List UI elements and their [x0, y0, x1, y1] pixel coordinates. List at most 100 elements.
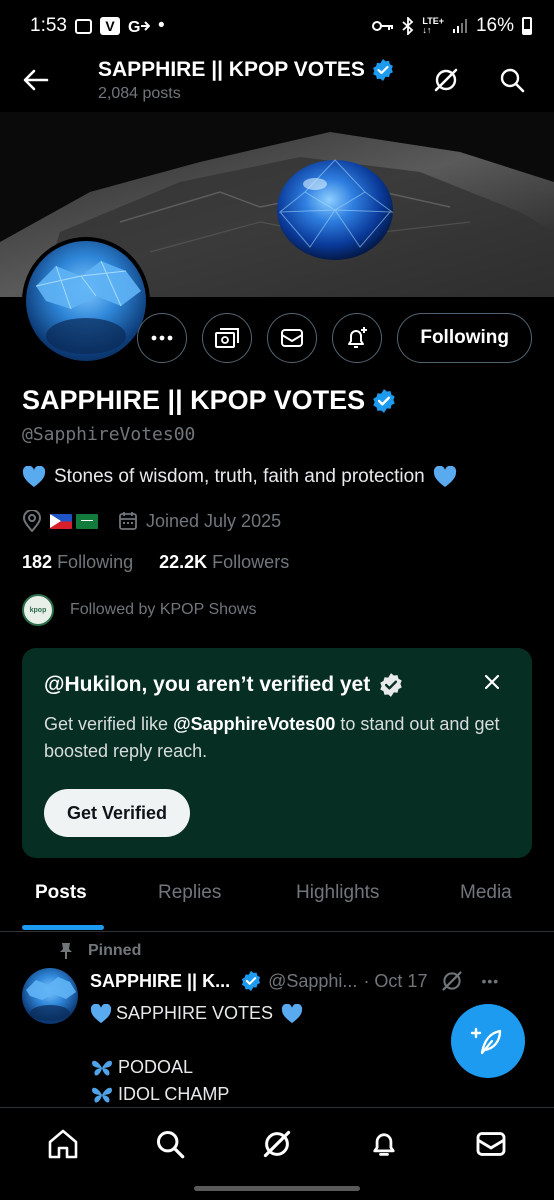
top-header: SAPPHIRE || KPOP VOTES 2,084 posts [0, 52, 554, 108]
grok-button[interactable] [426, 60, 466, 100]
status-dot: • [157, 15, 165, 36]
tab-highlights[interactable]: Highlights [296, 882, 379, 904]
following-count: 182 [22, 552, 53, 572]
header-actions [426, 60, 532, 100]
profile-name: SAPPHIRE || KPOP VOTES [22, 385, 397, 416]
verified-badge-icon [242, 970, 261, 992]
pin-icon [60, 943, 72, 959]
post-header: SAPPHIRE || K... @Sapphi... · Oct 17 ••• [90, 970, 540, 992]
more-dots-icon [151, 335, 173, 341]
profile-bio: Stones of wisdom, truth, faith and prote… [22, 466, 457, 488]
pinned-label: Pinned [88, 942, 142, 959]
home-indicator-bar[interactable] [194, 1186, 360, 1191]
v-app-notification-icon: V [99, 17, 120, 35]
post-line: SAPPHIRE VOTES [90, 1000, 303, 1027]
pinned-label-row: Pinned [58, 942, 141, 960]
tab-posts[interactable]: Posts [35, 882, 87, 904]
bio-text: Stones of wisdom, truth, faith and prote… [54, 466, 425, 487]
money-stack-icon [215, 328, 240, 348]
status-bar: 1:53 V G • LTE+ ↓↑ 16% [0, 0, 554, 52]
bottom-nav [0, 1107, 554, 1179]
header-title: SAPPHIRE || KPOP VOTES [98, 58, 395, 82]
grok-icon[interactable] [441, 970, 463, 992]
verification-prompt-card: @Hukilon, you aren’t verified yet Get ve… [22, 648, 532, 858]
bell-plus-icon [348, 327, 368, 348]
message-button[interactable] [267, 313, 318, 363]
nav-messages[interactable] [461, 1114, 521, 1174]
svg-text:G: G [128, 19, 140, 35]
mail-icon [476, 1131, 506, 1156]
verify-body-handle: @SapphireVotes00 [173, 714, 336, 734]
verified-badge-outline-icon [380, 673, 402, 697]
nav-home[interactable] [33, 1114, 93, 1174]
following-button[interactable]: Following [397, 313, 532, 363]
followers-label: Followers [212, 552, 290, 572]
back-button[interactable] [16, 60, 56, 100]
g-app-notification-icon: G [128, 19, 150, 35]
close-card-button[interactable] [476, 666, 508, 698]
blue-heart-icon [90, 1003, 112, 1023]
blue-heart-icon [433, 466, 456, 487]
search-icon [500, 68, 525, 93]
search-button[interactable] [492, 60, 532, 100]
search-icon [157, 1130, 185, 1158]
profile-handle: @SapphireVotes00 [22, 424, 196, 445]
lte-indicator: LTE+ ↓↑ [422, 16, 444, 35]
calendar-icon [119, 512, 137, 530]
followers-stat[interactable]: 22.2K Followers [159, 552, 289, 573]
profile-avatar[interactable] [22, 237, 150, 365]
philippines-flag-icon [50, 513, 72, 529]
post-author-avatar[interactable] [22, 968, 78, 1024]
status-left: 1:53 V G • [30, 15, 165, 37]
more-options-button[interactable] [137, 313, 188, 363]
blue-heart-icon [281, 1003, 303, 1023]
butterfly-icon [92, 1087, 112, 1103]
header-title-text: SAPPHIRE || KPOP VOTES [98, 57, 365, 81]
nav-search[interactable] [140, 1114, 200, 1174]
bluetooth-icon [402, 17, 414, 35]
verified-badge-icon [373, 58, 393, 81]
follower-avatar: kpop [22, 594, 54, 626]
post-line-text: PODOAL [118, 1057, 194, 1077]
home-icon [49, 1129, 78, 1158]
tab-media[interactable]: Media [460, 882, 512, 904]
profile-name-text: SAPPHIRE || KPOP VOTES [22, 385, 366, 415]
nav-grok[interactable] [247, 1114, 307, 1174]
post-body[interactable]: SAPPHIRE VOTES PODOAL IDOL CHAMP [90, 1000, 303, 1108]
post-author-name[interactable]: SAPPHIRE || K... [90, 971, 230, 992]
following-stat[interactable]: 182 Following [22, 552, 133, 573]
subscribe-button[interactable] [202, 313, 253, 363]
post-more-button[interactable]: ••• [481, 973, 499, 989]
grok-icon [434, 68, 458, 92]
post-author-handle[interactable]: @Sapphi... [268, 971, 357, 992]
gallery-notification-icon [74, 18, 92, 34]
battery-icon [522, 17, 532, 35]
saudi-arabia-flag-icon [76, 513, 98, 529]
verify-card-title: @Hukilon, you aren’t verified yet [44, 672, 404, 698]
verify-card-title-text: @Hukilon, you aren’t verified yet [44, 673, 371, 696]
battery-percent: 16% [475, 15, 514, 36]
verify-body-pre: Get verified like [44, 714, 174, 734]
tab-replies[interactable]: Replies [158, 882, 221, 904]
butterfly-icon [92, 1060, 112, 1076]
nav-notifications[interactable] [354, 1114, 414, 1174]
verify-card-body: Get verified like @SapphireVotes00 to st… [44, 711, 514, 765]
signal-icon [452, 19, 467, 33]
profile-tabs: Posts Replies Highlights Media [0, 870, 554, 932]
vpn-key-icon [372, 21, 394, 31]
bell-icon [373, 1132, 395, 1156]
followed-by-row[interactable]: kpop Followed by KPOP Shows [22, 594, 256, 626]
close-icon [484, 674, 500, 690]
blue-heart-icon [22, 466, 46, 487]
post-date[interactable]: · Oct 17 [363, 971, 427, 992]
verified-badge-icon[interactable] [371, 388, 397, 414]
get-verified-button[interactable]: Get Verified [44, 789, 191, 837]
active-tab-indicator [22, 925, 104, 930]
compose-post-button[interactable] [451, 1004, 525, 1078]
post-avatar-image [26, 977, 76, 1021]
post-line-text: IDOL CHAMP [118, 1084, 230, 1104]
notifications-button[interactable] [332, 313, 383, 363]
following-label: Following [57, 552, 134, 572]
post-line: IDOL CHAMP [90, 1081, 303, 1108]
